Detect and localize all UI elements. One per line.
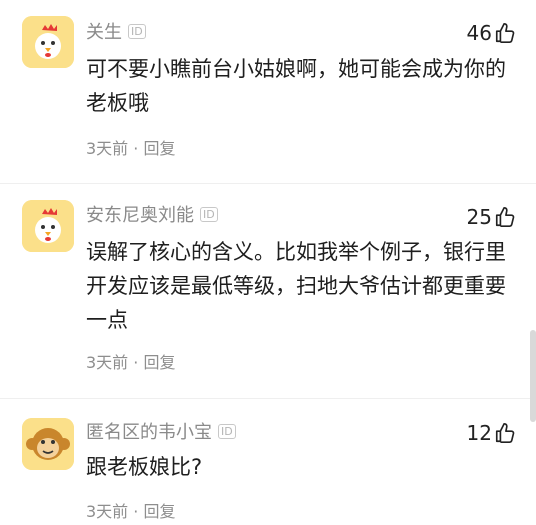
divider <box>0 183 536 184</box>
like-count: 46 <box>466 21 492 45</box>
meta-separator: · <box>133 502 139 521</box>
comment-meta: 3天前 · 回复 <box>86 502 175 522</box>
thumbs-up-icon[interactable] <box>494 206 516 228</box>
divider <box>0 398 536 399</box>
chicken-avatar-icon <box>22 16 74 68</box>
thumbs-up-icon[interactable] <box>494 422 516 444</box>
id-badge: ID <box>128 24 146 39</box>
comment-time: 3天前 <box>86 502 129 521</box>
monkey-avatar-icon <box>22 418 74 470</box>
reply-button[interactable]: 回复 <box>143 353 175 372</box>
id-badge: ID <box>200 207 218 222</box>
like-count: 12 <box>466 421 492 445</box>
username[interactable]: 关生 ID <box>86 22 146 44</box>
comment-time: 3天前 <box>86 353 129 372</box>
comment-content: 跟老板娘比? <box>86 455 203 479</box>
reply-button[interactable]: 回复 <box>143 139 175 158</box>
meta-separator: · <box>133 139 139 158</box>
avatar[interactable] <box>22 16 74 68</box>
username[interactable]: 匿名区的韦小宝 ID <box>86 422 236 444</box>
comment-meta: 3天前 · 回复 <box>86 353 175 373</box>
thumbs-up-icon[interactable] <box>494 22 516 44</box>
like-count: 25 <box>466 205 492 229</box>
scrollbar[interactable] <box>530 330 536 422</box>
avatar[interactable] <box>22 200 74 252</box>
reply-button[interactable]: 回复 <box>143 502 175 521</box>
comment-time: 3天前 <box>86 139 129 158</box>
chicken-avatar-icon <box>22 200 74 252</box>
comment-meta: 3天前 · 回复 <box>86 139 175 159</box>
meta-separator: · <box>133 353 139 372</box>
avatar[interactable] <box>22 418 74 470</box>
id-badge: ID <box>218 424 236 439</box>
username[interactable]: 安东尼奥刘能 ID <box>86 205 218 227</box>
comment-content: 可不要小瞧前台小姑娘啊，她可能会成为你的老板哦 <box>86 57 506 115</box>
comment-content: 误解了核心的含义。比如我举个例子，银行里开发应该是最低等级，扫地大爷估计都更重要… <box>86 240 506 332</box>
